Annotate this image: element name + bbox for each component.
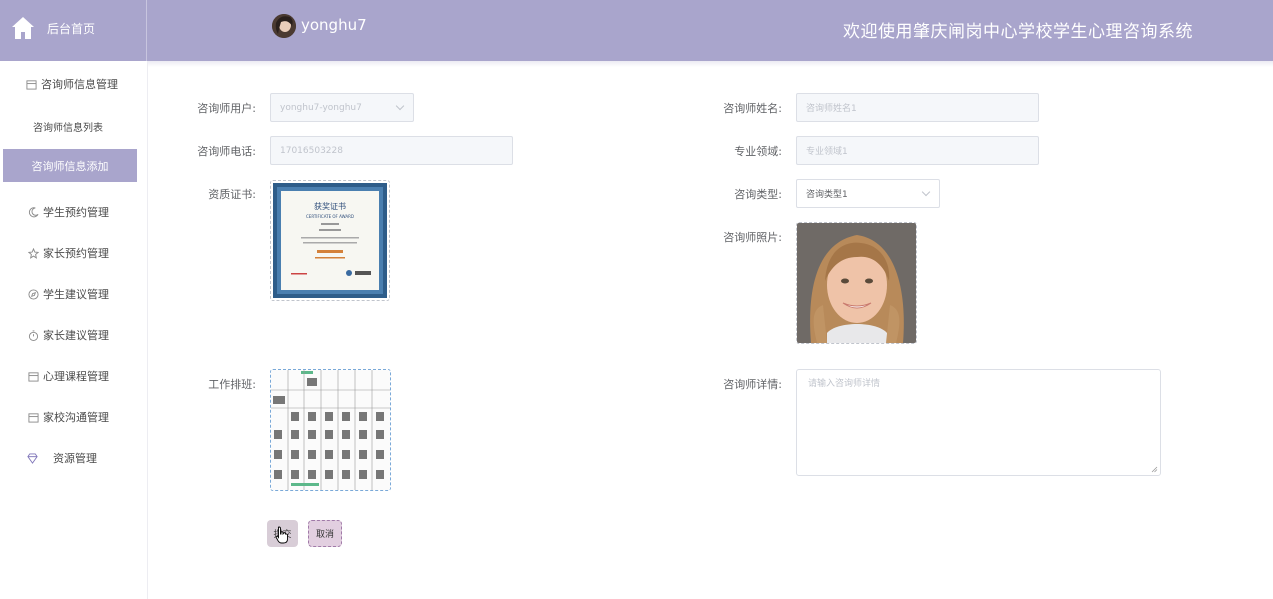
cancel-button[interactable]: 取消 — [308, 520, 342, 547]
resize-handle-icon[interactable] — [1151, 466, 1158, 473]
consult-type-label: 咨询类型: — [734, 188, 782, 201]
avatar[interactable] — [272, 14, 296, 38]
photo-label: 咨询师照片: — [723, 231, 782, 244]
sidebar-item-label: 心理课程管理 — [43, 370, 109, 383]
sidebar-item-parent-suggestions[interactable]: 家长建议管理 — [0, 321, 147, 349]
compass-icon — [28, 288, 39, 300]
calendar-icon — [28, 371, 39, 382]
counselor-phone-label: 咨询师电话: — [197, 145, 256, 158]
sidebar-item-counselor-management[interactable]: 咨询师信息管理 — [0, 70, 147, 98]
timer-icon — [28, 329, 39, 341]
diamond-icon — [27, 452, 38, 464]
details-label: 咨询师详情: — [723, 378, 782, 391]
counselor-phone-input[interactable]: 17016503228 — [270, 136, 513, 165]
certificate-image: 获奖证书 CERTIFICATE OF AWARD — [273, 183, 387, 298]
certificate-label: 资质证书: — [208, 188, 256, 201]
sidebar-item-parent-appointments[interactable]: 家长预约管理 — [0, 239, 147, 267]
sidebar-item-counselor-list[interactable]: 咨询师信息列表 — [0, 112, 147, 140]
consult-type-select[interactable]: 咨询类型1 — [796, 179, 940, 208]
chevron-down-icon — [921, 187, 931, 197]
consult-type-value: 咨询类型1 — [806, 190, 848, 200]
sidebar-item-label: 咨询师信息管理 — [41, 78, 118, 91]
schedule-label: 工作排班: — [208, 378, 256, 391]
sidebar-item-counselor-add[interactable]: 咨询师信息添加 — [3, 149, 137, 182]
counselor-user-label: 咨询师用户: — [197, 102, 256, 115]
counselor-phone-value: 17016503228 — [280, 145, 343, 156]
sidebar-item-psych-courses[interactable]: 心理课程管理 — [0, 362, 147, 390]
sidebar-item-label: 学生预约管理 — [43, 206, 109, 219]
system-title: 欢迎使用肇庆闸岗中心学校学生心理咨询系统 — [843, 22, 1193, 42]
sidebar-item-label: 资源管理 — [53, 452, 97, 465]
sidebar-item-label: 学生建议管理 — [43, 288, 109, 301]
specialty-input[interactable]: 专业领域1 — [796, 136, 1039, 165]
sidebar-item-resources[interactable]: 资源管理 — [0, 444, 147, 472]
certificate-subtitle: CERTIFICATE OF AWARD — [306, 214, 354, 219]
details-placeholder: 请输入咨询师详情 — [808, 379, 881, 389]
chevron-down-icon — [395, 101, 405, 111]
home-label: 后台首页 — [47, 22, 96, 36]
sidebar-item-label: 咨询师信息添加 — [31, 159, 109, 173]
sidebar-item-label: 家长建议管理 — [43, 329, 109, 342]
sidebar-item-home-school-communication[interactable]: 家校沟通管理 — [0, 403, 147, 431]
schedule-image — [271, 370, 390, 490]
counselor-name-value: 咨询师姓名1 — [806, 104, 857, 114]
sidebar-item-student-appointments[interactable]: 学生预约管理 — [0, 198, 147, 226]
cancel-label: 取消 — [315, 530, 334, 540]
sidebar-item-label: 咨询师信息列表 — [33, 122, 103, 134]
certificate-upload[interactable]: 获奖证书 CERTIFICATE OF AWARD — [270, 180, 390, 301]
counselor-user-value: yonghu7-yonghu7 — [280, 102, 362, 113]
counselor-photo — [797, 223, 916, 343]
calendar-icon — [26, 79, 37, 90]
counselor-name-input[interactable]: 咨询师姓名1 — [796, 93, 1039, 122]
details-textarea[interactable]: 请输入咨询师详情 — [796, 369, 1161, 476]
hand-cursor-icon — [275, 526, 288, 544]
top-bar: 后台首页 yonghu7 欢迎使用肇庆闸岗中心学校学生心理咨询系统 — [0, 0, 1273, 61]
sidebar-item-label: 家长预约管理 — [43, 247, 109, 260]
specialty-label: 专业领域: — [734, 145, 782, 158]
specialty-value: 专业领域1 — [806, 147, 848, 157]
certificate-title: 获奖证书 — [314, 201, 346, 211]
counselor-user-select[interactable]: yonghu7-yonghu7 — [270, 93, 414, 122]
counselor-name-label: 咨询师姓名: — [723, 102, 782, 115]
schedule-upload[interactable] — [270, 369, 391, 491]
calendar-icon — [28, 412, 39, 423]
sidebar-item-label: 家校沟通管理 — [43, 411, 109, 424]
moon-icon — [28, 206, 39, 217]
home-link[interactable]: 后台首页 — [0, 0, 147, 61]
username[interactable]: yonghu7 — [301, 16, 367, 34]
sidebar: 咨询师信息管理 咨询师信息列表 咨询师信息添加 学生预约管理 家长预约管理 学生… — [0, 61, 148, 599]
header-shadow — [147, 61, 1273, 67]
home-icon — [12, 17, 34, 39]
star-icon — [28, 247, 39, 259]
sidebar-item-student-suggestions[interactable]: 学生建议管理 — [0, 280, 147, 308]
photo-upload[interactable] — [796, 222, 917, 344]
